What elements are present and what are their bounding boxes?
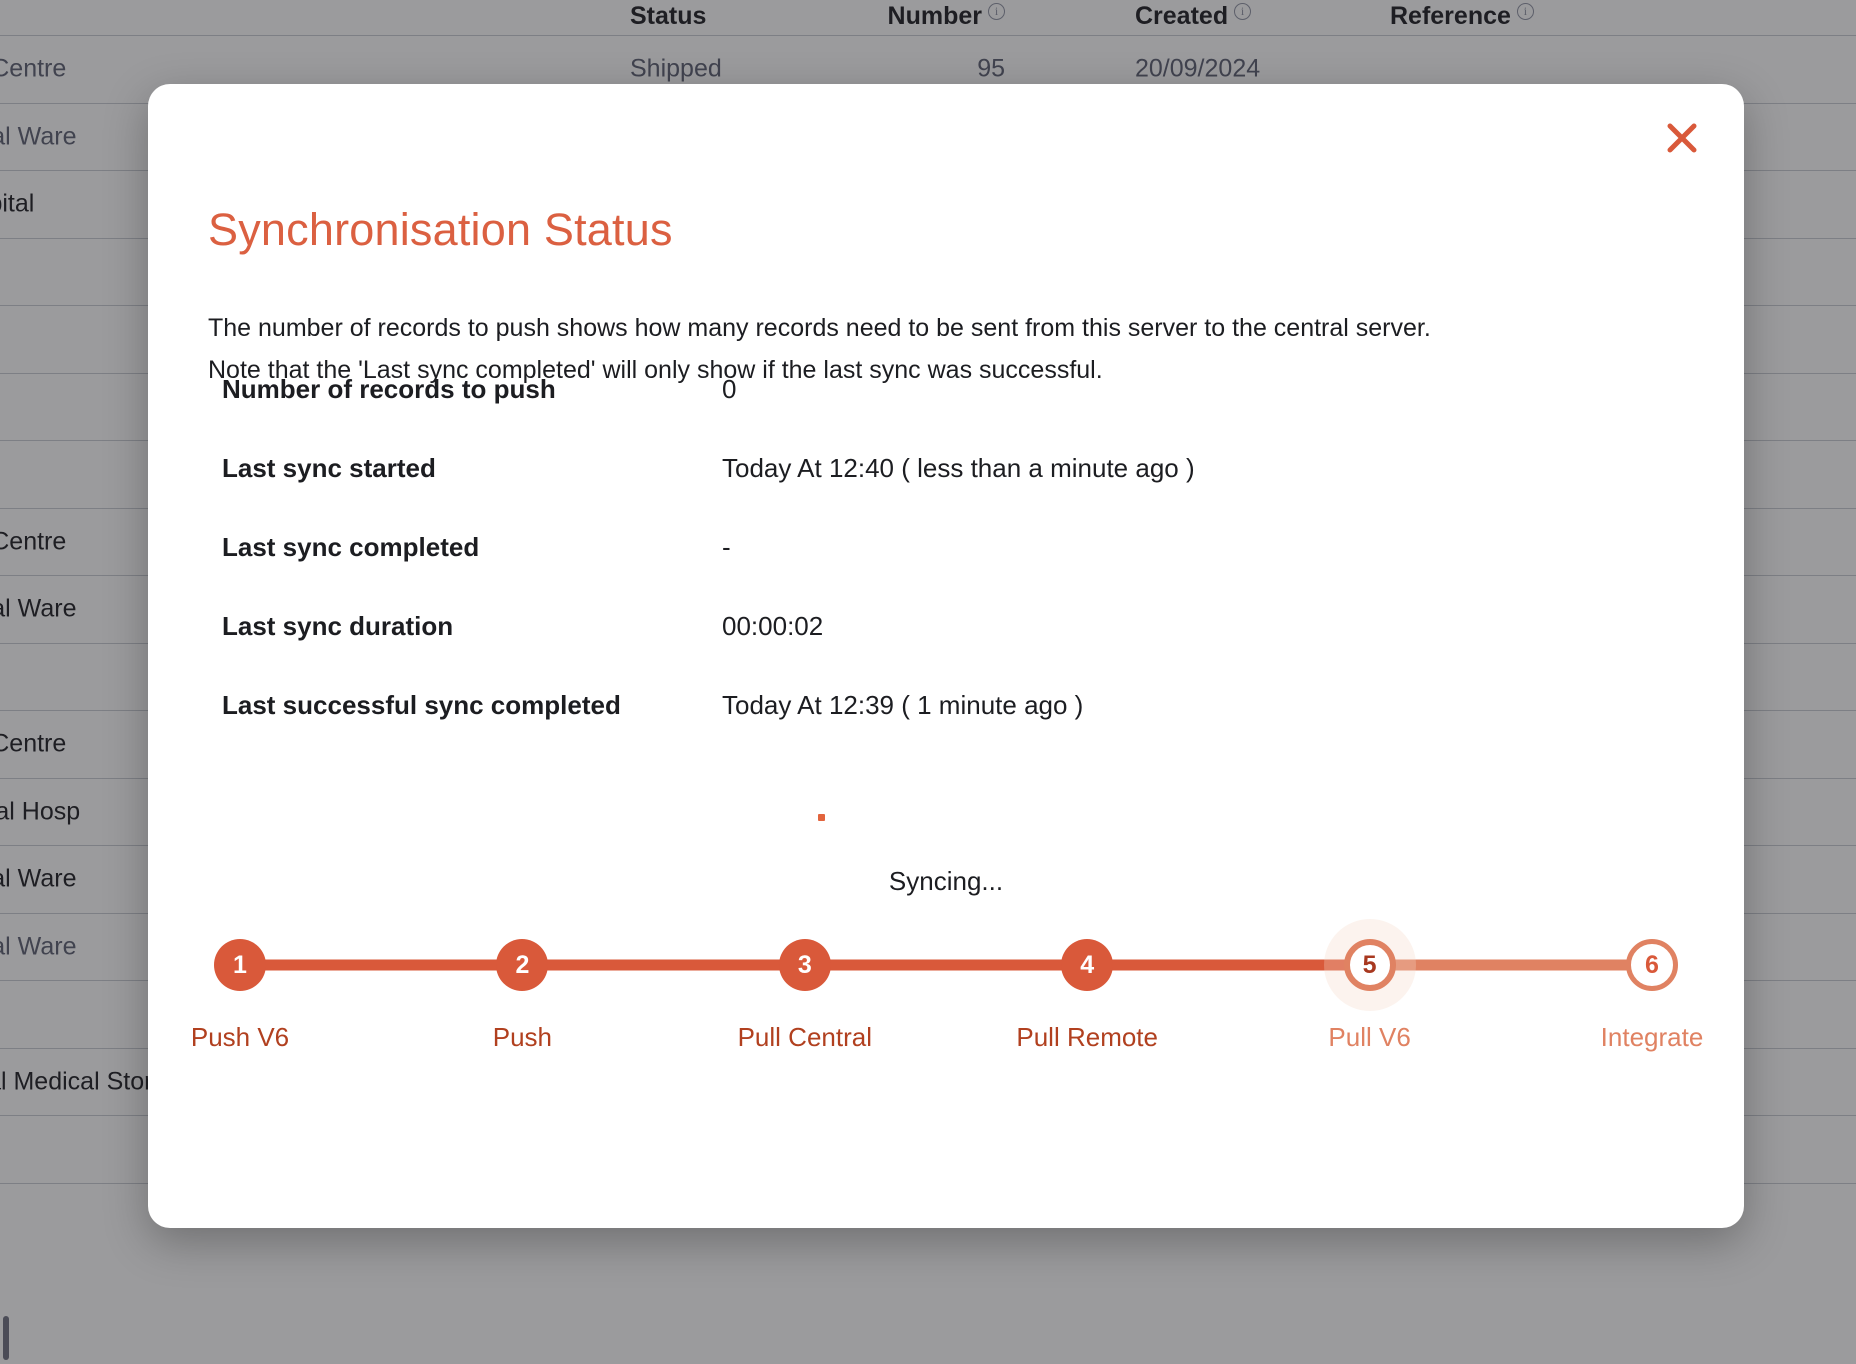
stepper-step-label: Pull Central bbox=[737, 1022, 872, 1052]
stepper-connector bbox=[522, 959, 805, 971]
dialog-description-line-1: The number of records to push shows how … bbox=[208, 314, 1431, 342]
stepper-step-number: 2 bbox=[496, 939, 549, 991]
stepper-step-label: Pull V6 bbox=[1328, 1022, 1411, 1052]
stepper-connector bbox=[240, 959, 523, 971]
sync-detail-label: Last sync started bbox=[222, 453, 436, 483]
sync-detail-label: Last successful sync completed bbox=[222, 690, 621, 720]
stepper-step-number: 1 bbox=[214, 939, 266, 991]
stepper-track: Push V6 1 Push 2 Pull Central 3 Pull Remote 4 Pu… bbox=[191, 932, 1703, 1052]
sync-detail-row: Last sync duration 00:00:02 bbox=[222, 611, 1622, 690]
loading-spinner-icon bbox=[818, 814, 825, 821]
stepper-connector bbox=[1087, 959, 1370, 971]
sync-state-text: Syncing... bbox=[888, 866, 1004, 896]
stepper-step-label: Pull Remote bbox=[1016, 1022, 1158, 1052]
sync-detail-label: Number of records to push bbox=[222, 374, 556, 404]
sync-detail-row: Last successful sync completed Today At 1… bbox=[222, 690, 1622, 769]
stepper-step-number: 3 bbox=[778, 939, 831, 991]
stepper-step-number: 5 bbox=[1343, 939, 1396, 991]
stepper-step-label: Push bbox=[492, 1022, 553, 1052]
sync-detail-value: 0 bbox=[722, 374, 737, 404]
stepper-connector bbox=[804, 959, 1088, 971]
stepper-step-number: 4 bbox=[1061, 939, 1114, 991]
synchronisation-status-dialog: Synchronisation Status The number of rec… bbox=[148, 84, 1744, 1228]
sync-detail-value: Today At 12:40 ( less than a minute ago … bbox=[722, 453, 1195, 483]
sync-detail-row: Number of records to push 0 bbox=[222, 374, 1622, 453]
sync-progress-stepper: Push V6 1 Push 2 Pull Central 3 Pull Remote 4 Pu… bbox=[191, 932, 1703, 1092]
sync-detail-row: Last sync started Today At 12:40 ( less t… bbox=[222, 453, 1622, 532]
stepper-connector bbox=[1369, 959, 1652, 971]
sync-detail-label: Last sync completed bbox=[222, 532, 480, 562]
app-root: Status Numberi Createdi Referencei alth … bbox=[0, 0, 1856, 1364]
sync-details-list: Number of records to push 0 Last sync star… bbox=[222, 374, 1622, 769]
sync-detail-label: Last sync duration bbox=[222, 611, 454, 641]
sync-detail-row: Last sync completed - bbox=[222, 532, 1622, 611]
stepper-step-label: Integrate bbox=[1600, 1022, 1704, 1052]
sync-detail-value: Today At 12:39 ( 1 minute ago ) bbox=[722, 690, 1084, 720]
stepper-step-number: 6 bbox=[1626, 939, 1678, 991]
sync-detail-value: 00:00:02 bbox=[722, 611, 824, 641]
dialog-title: Synchronisation Status bbox=[208, 204, 673, 255]
close-icon[interactable] bbox=[1654, 110, 1710, 166]
sync-detail-value: - bbox=[722, 532, 731, 562]
stepper-step-label: Push V6 bbox=[190, 1022, 290, 1052]
